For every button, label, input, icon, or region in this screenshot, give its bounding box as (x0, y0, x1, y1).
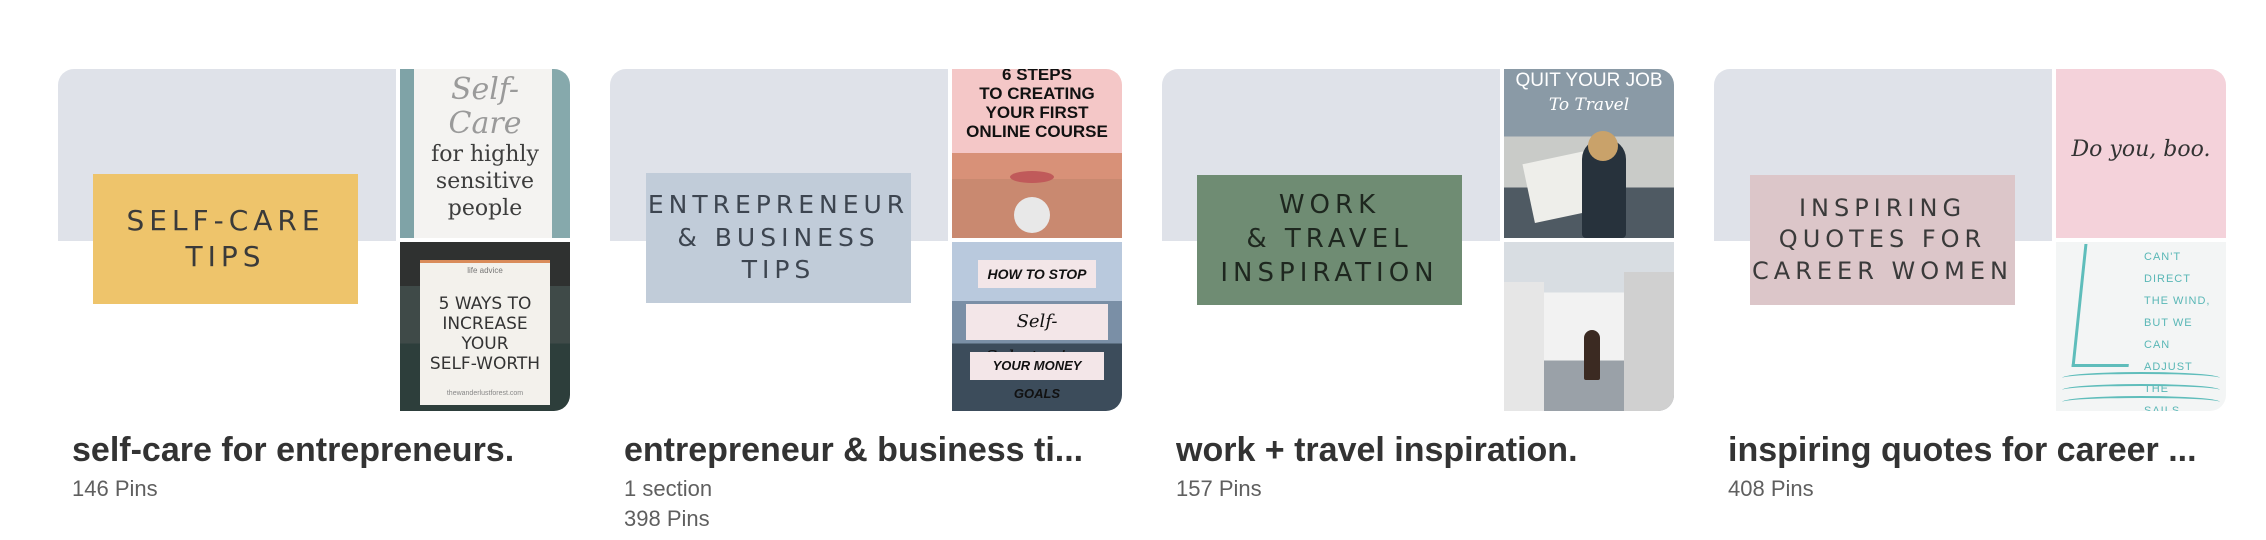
board-pin-count: 408 Pins (1728, 476, 1814, 501)
board-card[interactable]: INSPIRING QUOTES FOR CAREER WOMEN Do you… (1714, 69, 2226, 504)
thumb-text-line-1: HOW TO STOP (978, 260, 1096, 288)
cover-label: ENTREPRENEUR & BUSINESS TIPS (646, 173, 911, 303)
building-shape (1624, 272, 1674, 411)
board-title[interactable]: entrepreneur & business ti... (624, 431, 1122, 470)
board-pin-count: 157 Pins (1176, 476, 1262, 501)
wave-shape (2062, 384, 2220, 396)
cover-thumb-bottom: HOW TO STOP Self-Sabotaging YOUR MONEY G… (952, 242, 1122, 411)
thumb-text: 5 WAYS TO INCREASE YOUR SELF-WORTH (429, 294, 541, 374)
cover-main-image: WORK & TRAVEL INSPIRATION (1162, 69, 1500, 411)
microphone-shape (1014, 197, 1050, 233)
cover-label: SELF-CARE TIPS (93, 174, 358, 304)
wave-shape (2062, 372, 2220, 384)
thumb-text-line-3: YOUR MONEY GOALS (970, 352, 1104, 401)
cover-thumb-bottom: life advice 5 WAYS TO INCREASE YOUR SELF… (400, 242, 570, 411)
board-cover[interactable]: INSPIRING QUOTES FOR CAREER WOMEN Do you… (1714, 69, 2226, 411)
thumb-footer-text: thewanderlustforest.com (446, 390, 524, 397)
hair-shape (1588, 131, 1618, 161)
cover-main-image: INSPIRING QUOTES FOR CAREER WOMEN (1714, 69, 2052, 411)
board-cover[interactable]: ENTREPRENEUR & BUSINESS TIPS 6 STEPS TO … (610, 69, 1122, 411)
sailboat-icon (2071, 244, 2142, 367)
board-title[interactable]: self-care for entrepreneurs. (72, 431, 570, 470)
board-cover[interactable]: SELF-CARE TIPS Self- Care for highly sen… (58, 69, 570, 411)
thumb-small-text: life advice (467, 266, 503, 275)
cover-label: WORK & TRAVEL INSPIRATION (1197, 175, 1462, 305)
cover-thumb-top: 6 STEPS TO CREATING YOUR FIRST ONLINE CO… (952, 69, 1122, 238)
cover-label: INSPIRING QUOTES FOR CAREER WOMEN (1750, 175, 2015, 305)
thumb-text: QUIT YOUR JOB To Travel (1504, 69, 1674, 117)
thumb-script-text: Self- Care (448, 72, 522, 141)
thumb-text-line-2: Self-Sabotaging (966, 304, 1108, 368)
lips-shape (1010, 171, 1054, 183)
board-pin-count: 146 Pins (72, 476, 158, 501)
board-pin-count: 398 Pins (624, 506, 710, 531)
board-card[interactable]: ENTREPRENEUR & BUSINESS TIPS 6 STEPS TO … (610, 69, 1122, 534)
board-title[interactable]: inspiring quotes for career ... (1728, 431, 2226, 470)
cover-thumb-top: Self- Care for highly sensitive people (400, 69, 570, 238)
board-cover[interactable]: WORK & TRAVEL INSPIRATION QUIT YOUR JOB … (1162, 69, 1674, 411)
boards-grid: SELF-CARE TIPS Self- Care for highly sen… (0, 0, 2266, 540)
board-title[interactable]: work + travel inspiration. (1176, 431, 1674, 470)
cover-thumb-bottom (1504, 242, 1674, 411)
cover-thumb-bottom: CAN'T DIRECT THE WIND, BUT WE CAN ADJUST… (2056, 242, 2226, 411)
thumb-text: for highly sensitive people (431, 142, 539, 221)
thumb-text: Do you, boo. (2071, 137, 2211, 162)
building-shape (1504, 282, 1544, 411)
cover-thumb-top: Do you, boo. (2056, 69, 2226, 238)
person-shape (1584, 330, 1600, 380)
board-card[interactable]: SELF-CARE TIPS Self- Care for highly sen… (58, 69, 570, 504)
board-section-count: 1 section (624, 476, 713, 501)
cover-main-image: ENTREPRENEUR & BUSINESS TIPS (610, 69, 948, 411)
board-card[interactable]: WORK & TRAVEL INSPIRATION QUIT YOUR JOB … (1162, 69, 1674, 504)
thumb-text-line-1: QUIT YOUR JOB (1515, 70, 1663, 91)
cover-thumb-top: QUIT YOUR JOB To Travel (1504, 69, 1674, 238)
thumb-text-line-2: To Travel (1548, 95, 1630, 115)
thumb-text: 6 STEPS TO CREATING YOUR FIRST ONLINE CO… (966, 69, 1108, 141)
wave-shape (2062, 396, 2220, 408)
cover-main-image: SELF-CARE TIPS (58, 69, 396, 411)
